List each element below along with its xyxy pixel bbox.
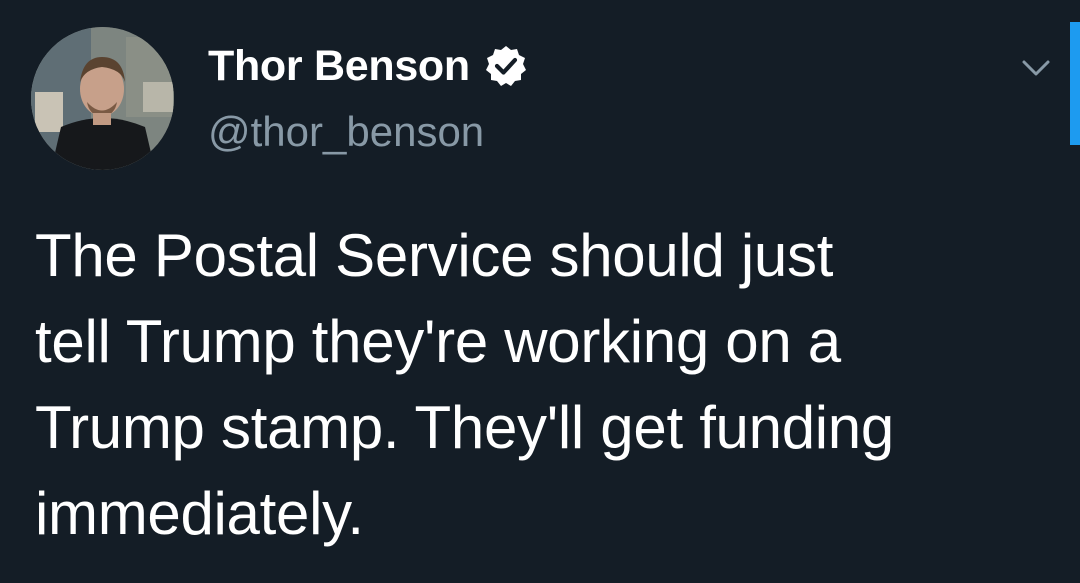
tweet-text-line: Trump stamp. They'll get funding <box>35 394 894 461</box>
avatar[interactable] <box>31 27 174 170</box>
tweet-text-line: The Postal Service should just <box>35 222 834 289</box>
chevron-down-icon[interactable] <box>1018 50 1054 86</box>
tweet-text-line: tell Trump they're working on a <box>35 308 841 375</box>
tweet-card: Thor Benson @thor_benson The Postal Serv… <box>0 0 1080 583</box>
scroll-indicator <box>1070 22 1080 145</box>
verified-badge-icon <box>484 44 528 88</box>
avatar-photo <box>31 27 174 170</box>
author-name-row: Thor Benson <box>208 38 528 94</box>
tweet-text-line: immediately. <box>35 480 364 547</box>
tweet-text: The Postal Service should just tell Trum… <box>35 213 1065 557</box>
user-handle[interactable]: @thor_benson <box>208 108 484 156</box>
display-name[interactable]: Thor Benson <box>208 42 470 91</box>
